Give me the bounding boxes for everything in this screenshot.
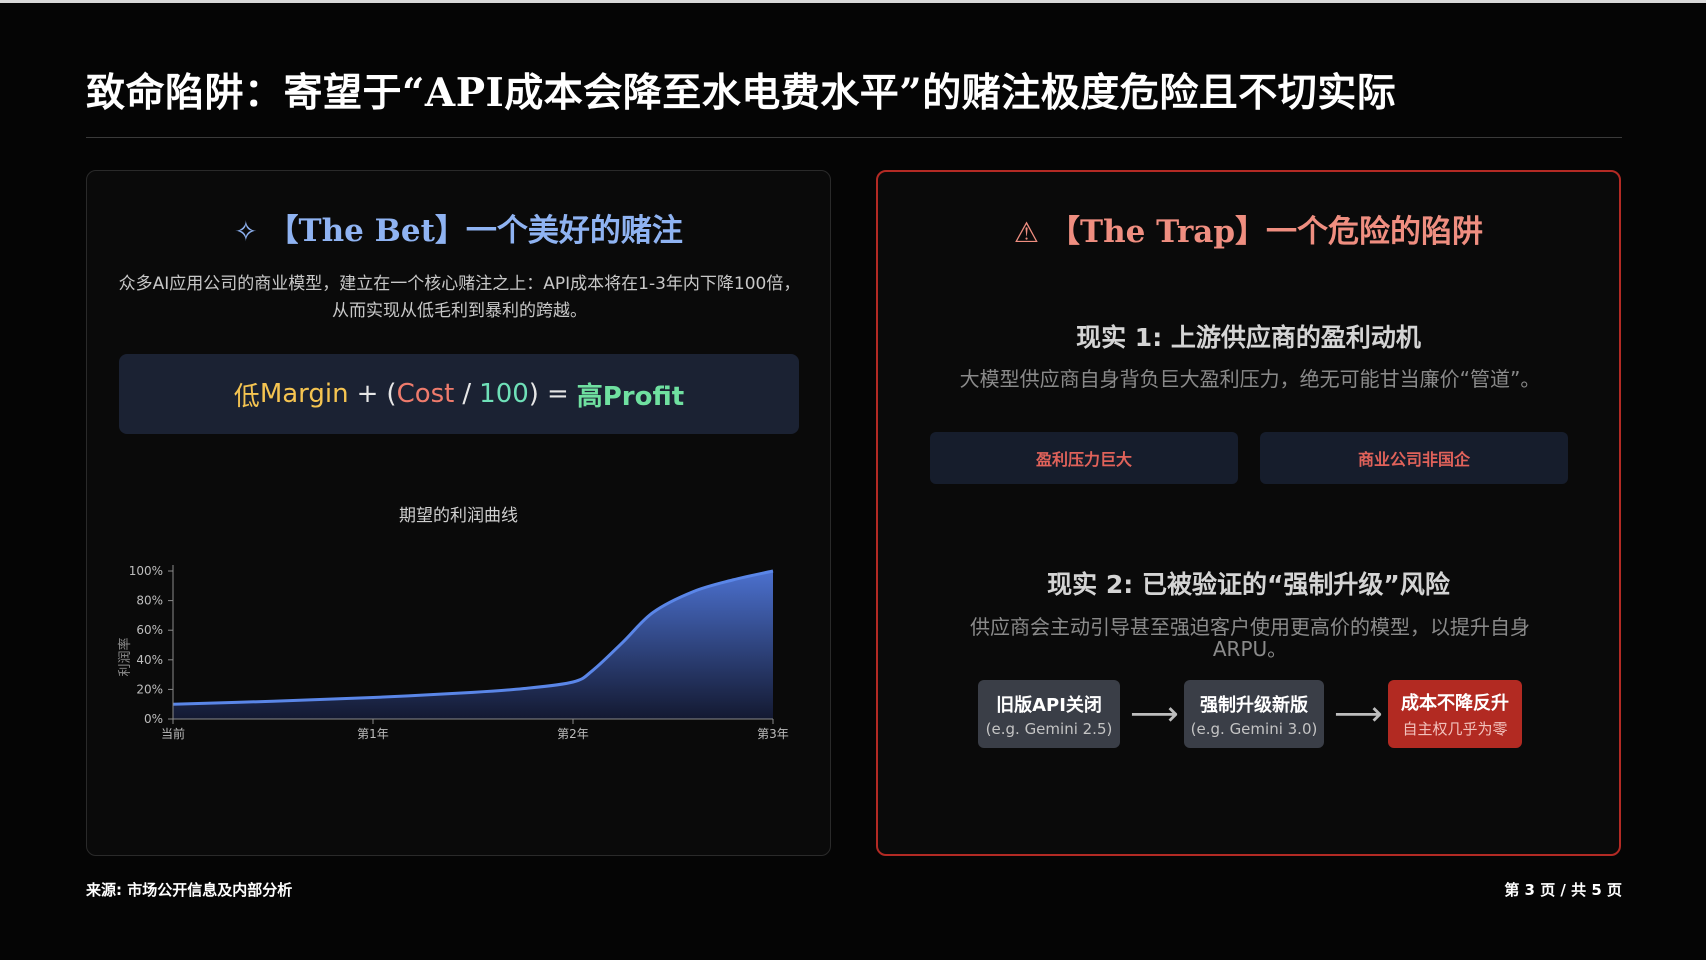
reality2-description: 供应商会主动引导甚至强迫客户使用更高价的模型，以提升自身ARPU。 [970, 615, 1530, 661]
trap-heading-text: 【The Trap】一个危险的陷阱 [1049, 214, 1484, 250]
formula-plus: + [356, 379, 379, 409]
profit-area [173, 571, 773, 719]
flow-step-cost-rises: 成本不降反升 自主权几乎为零 [1388, 680, 1522, 748]
x-tick-label: 第2年 [557, 727, 589, 741]
formula-box: 低 Margin + (Cost / 100) = 高Profit [119, 354, 799, 434]
flow-step-cost-rises-label: 成本不降反升 [1401, 693, 1509, 714]
flow-step-old-api-label: 旧版API关闭 [996, 694, 1102, 716]
trap-heading: ⚠ 【The Trap】一个危险的陷阱 [878, 206, 1619, 251]
formula-cost: Cost [396, 379, 455, 409]
bet-heading-text: 【The Bet】一个美好的赌注 [267, 213, 683, 249]
formula-slash: / [462, 379, 472, 409]
flow-step-forced-upgrade-sub: (e.g. Gemini 3.0) [1190, 719, 1318, 738]
chart-title: 期望的利润曲线 [399, 506, 518, 526]
warning-icon: ⚠ [1013, 216, 1040, 249]
bet-card: ✧ 【The Bet】一个美好的赌注 众多AI应用公司的商业模型，建立在一个核心赌… [86, 170, 831, 856]
flow-step-forced-upgrade-label: 强制升级新版 [1200, 694, 1308, 716]
formula-profit: 高Profit [576, 381, 685, 412]
formula-open-paren: ( [386, 379, 397, 409]
tag-commercial-company: 商业公司非国企 [1260, 432, 1568, 484]
arrow-right-icon: ⟶ [1334, 694, 1383, 734]
flow-step-cost-rises-sub: 自主权几乎为零 [1402, 720, 1508, 738]
sparkle-icon: ✧ [234, 215, 258, 248]
formula-number: 100 [479, 379, 529, 409]
x-tick-label: 第1年 [357, 727, 389, 741]
title-divider [86, 137, 1622, 138]
bet-description: 众多AI应用公司的商业模型，建立在一个核心赌注之上：API成本将在1-3年内下降… [118, 274, 801, 321]
y-tick-label: 60% [136, 623, 163, 637]
profit-chart: 0%20%40%60%80%100%当前第1年第2年第3年时间利润率 [117, 564, 789, 741]
x-tick-label: 第3年 [757, 727, 789, 741]
y-tick-label: 80% [136, 594, 163, 608]
page-indicator: 第 3 页 / 共 5 页 [1504, 881, 1622, 899]
x-tick-label: 当前 [161, 726, 185, 741]
formula-margin: Margin [259, 379, 349, 409]
reality1-description: 大模型供应商自身背负巨大盈利压力，绝无可能甘当廉价“管道”。 [959, 367, 1541, 391]
page-title: 致命陷阱：寄望于“API成本会降至水电费水平”的赌注极度危险且不切实际 [86, 70, 1397, 116]
y-tick-label: 100% [129, 564, 163, 578]
tag-profit-pressure: 盈利压力巨大 [930, 432, 1238, 484]
bet-heading: ✧ 【The Bet】一个美好的赌注 [87, 205, 830, 250]
trap-card: ⚠ 【The Trap】一个危险的陷阱 现实 1: 上游供应商的盈利动机 大模型供… [876, 170, 1621, 856]
flow-step-forced-upgrade: 强制升级新版 (e.g. Gemini 3.0) [1184, 680, 1324, 748]
arrow-right-icon: ⟶ [1130, 694, 1179, 734]
formula-close-paren: ) [528, 379, 539, 409]
y-tick-label: 40% [136, 653, 163, 667]
reality1-title: 现实 1: 上游供应商的盈利动机 [1076, 323, 1421, 352]
source-note: 来源: 市场公开信息及内部分析 [86, 881, 293, 899]
y-axis-label: 利润率 [117, 637, 133, 676]
flow-step-old-api: 旧版API关闭 (e.g. Gemini 2.5) [978, 680, 1120, 748]
top-border [0, 0, 1706, 3]
y-tick-label: 0% [144, 712, 163, 726]
slide: 致命陷阱：寄望于“API成本会降至水电费水平”的赌注极度危险且不切实际 ✧ 【Th… [0, 0, 1706, 960]
formula-low: 低 [233, 381, 260, 412]
reality2-title: 现实 2: 已被验证的“强制升级”风险 [1047, 570, 1450, 599]
y-tick-label: 20% [136, 682, 163, 696]
flow-step-old-api-sub: (e.g. Gemini 2.5) [985, 719, 1113, 738]
formula-equals: = [546, 379, 569, 409]
